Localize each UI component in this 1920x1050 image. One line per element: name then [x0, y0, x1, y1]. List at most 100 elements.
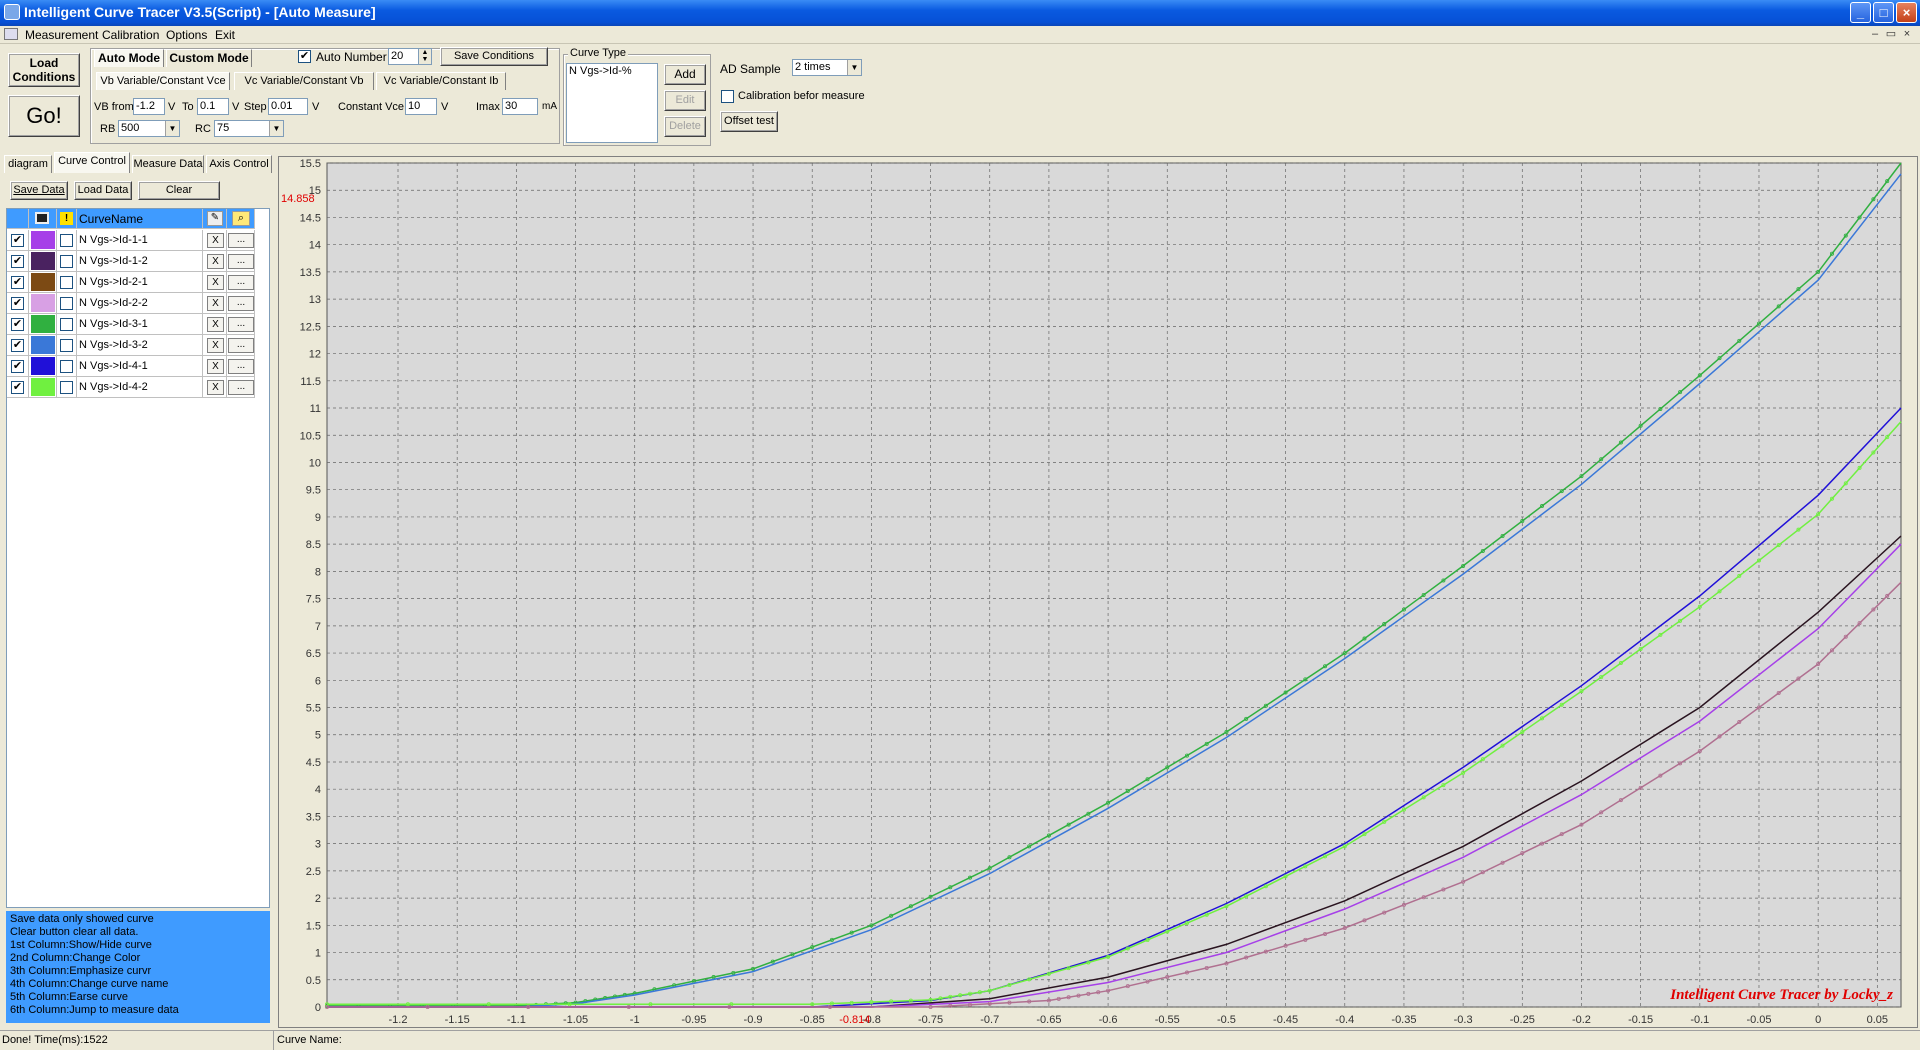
title-bar[interactable]: Intelligent Curve Tracer V3.5(Script) - …: [0, 0, 1920, 26]
curve-name[interactable]: N Vgs->Id-2-2: [77, 293, 203, 314]
tab-auto-mode[interactable]: Auto Mode: [94, 49, 164, 67]
save-data-button[interactable]: Save Data: [10, 181, 68, 200]
delete-curve-type-button[interactable]: Delete: [664, 116, 706, 137]
tab-custom-mode[interactable]: Custom Mode: [166, 49, 252, 67]
jump-to-data-button[interactable]: ...: [228, 359, 254, 374]
jump-to-data-button[interactable]: ...: [228, 317, 254, 332]
erase-curve-button[interactable]: X: [207, 296, 224, 311]
erase-curve-button[interactable]: X: [207, 338, 224, 353]
offset-test-button[interactable]: Offset test: [720, 111, 778, 132]
show-curve-checkbox[interactable]: ✔: [11, 234, 24, 247]
curve-row[interactable]: ✔ N Vgs->Id-2-2 X...: [7, 293, 255, 314]
erase-curve-button[interactable]: X: [207, 380, 224, 395]
show-curve-checkbox[interactable]: ✔: [11, 318, 24, 331]
menu-measurement[interactable]: Measurement: [25, 28, 98, 42]
emphasize-checkbox[interactable]: [60, 276, 73, 289]
emphasize-checkbox[interactable]: [60, 255, 73, 268]
curve-name[interactable]: N Vgs->Id-2-1: [77, 272, 203, 293]
add-curve-type-button[interactable]: Add: [664, 64, 706, 85]
curve-color-swatch[interactable]: [31, 378, 55, 396]
auto-number-input[interactable]: 20: [388, 48, 420, 65]
clear-button[interactable]: Clear: [138, 181, 220, 200]
curve-color-swatch[interactable]: [31, 336, 55, 354]
jump-to-data-button[interactable]: ...: [228, 338, 254, 353]
show-curve-checkbox[interactable]: ✔: [11, 255, 24, 268]
curve-row[interactable]: ✔ N Vgs->Id-3-2 X...: [7, 335, 255, 356]
maximize-button[interactable]: □: [1873, 2, 1894, 23]
show-curve-checkbox[interactable]: ✔: [11, 339, 24, 352]
curve-type-list[interactable]: N Vgs->Id-%: [566, 63, 658, 143]
emphasize-checkbox[interactable]: [60, 339, 73, 352]
to-input[interactable]: 0.1: [197, 98, 229, 115]
mdi-minimize-button[interactable]: –: [1868, 28, 1882, 41]
edit-curve-type-button[interactable]: Edit: [664, 90, 706, 111]
auto-number-spinner[interactable]: ▲ ▼: [418, 48, 432, 65]
constant-vce-input[interactable]: 10: [405, 98, 437, 115]
jump-to-data-button[interactable]: ...: [228, 233, 254, 248]
curve-color-swatch[interactable]: [31, 294, 55, 312]
curve-name[interactable]: N Vgs->Id-3-1: [77, 314, 203, 335]
curve-name[interactable]: N Vgs->Id-4-2: [77, 377, 203, 398]
tab-curve-control[interactable]: Curve Control: [54, 152, 130, 173]
calibration-checkbox[interactable]: [721, 90, 734, 103]
menu-exit[interactable]: Exit: [215, 28, 235, 42]
curve-type-item[interactable]: N Vgs->Id-%: [567, 64, 657, 78]
go-button[interactable]: Go!: [8, 95, 80, 137]
close-button[interactable]: ×: [1896, 2, 1917, 23]
emphasize-checkbox[interactable]: [60, 234, 73, 247]
tab-vb-variable[interactable]: Vb Variable/Constant Vce: [96, 72, 230, 90]
curve-row[interactable]: ✔ N Vgs->Id-2-1 X...: [7, 272, 255, 293]
load-data-button[interactable]: Load Data: [74, 181, 132, 200]
save-conditions-button[interactable]: Save Conditions: [440, 47, 548, 66]
load-conditions-button[interactable]: Load Conditions: [8, 53, 80, 87]
emphasize-checkbox[interactable]: [60, 297, 73, 310]
rb-select[interactable]: 500 ▼: [118, 120, 180, 137]
erase-curve-button[interactable]: X: [207, 317, 224, 332]
imax-input[interactable]: 30: [502, 98, 538, 115]
rc-select[interactable]: 75 ▼: [214, 120, 284, 137]
show-curve-checkbox[interactable]: ✔: [11, 360, 24, 373]
erase-curve-button[interactable]: X: [207, 359, 224, 374]
tab-diagram[interactable]: diagram: [4, 155, 52, 173]
curve-color-swatch[interactable]: [31, 252, 55, 270]
curve-color-swatch[interactable]: [31, 315, 55, 333]
curve-name[interactable]: N Vgs->Id-3-2: [77, 335, 203, 356]
menu-calibration[interactable]: Calibration: [102, 28, 159, 42]
curve-row[interactable]: ✔ N Vgs->Id-1-2 X...: [7, 251, 255, 272]
erase-curve-button[interactable]: X: [207, 254, 224, 269]
curve-color-swatch[interactable]: [31, 357, 55, 375]
jump-to-data-button[interactable]: ...: [228, 275, 254, 290]
minimize-button[interactable]: _: [1850, 2, 1871, 23]
curve-name[interactable]: N Vgs->Id-1-1: [77, 230, 203, 251]
erase-curve-button[interactable]: X: [207, 275, 224, 290]
auto-number-checkbox[interactable]: ✔: [298, 50, 311, 63]
curve-name[interactable]: N Vgs->Id-1-2: [77, 251, 203, 272]
show-curve-checkbox[interactable]: ✔: [11, 381, 24, 394]
erase-curve-button[interactable]: X: [207, 233, 224, 248]
plot-frame[interactable]: -1.2 -1.15 -1.1 -1.05 -1 -0.95 -0.9 -0.85 -0.8 -0…: [278, 156, 1918, 1028]
curve-row[interactable]: ✔ N Vgs->Id-1-1 X...: [7, 230, 255, 251]
menu-options[interactable]: Options: [166, 28, 207, 42]
jump-to-data-button[interactable]: ...: [228, 254, 254, 269]
tab-measure-data[interactable]: Measure Data: [132, 155, 204, 173]
emphasize-checkbox[interactable]: [60, 360, 73, 373]
show-curve-checkbox[interactable]: ✔: [11, 276, 24, 289]
tab-axis-control[interactable]: Axis Control: [206, 155, 272, 173]
show-curve-checkbox[interactable]: ✔: [11, 297, 24, 310]
curve-row[interactable]: ✔ N Vgs->Id-3-1 X...: [7, 314, 255, 335]
mdi-close-button[interactable]: ×: [1900, 28, 1914, 41]
curve-chart[interactable]: -1.2 -1.15 -1.1 -1.05 -1 -0.95 -0.9 -0.85 -0.8 -0…: [279, 157, 1919, 1029]
curve-row[interactable]: ✔ N Vgs->Id-4-1 X...: [7, 356, 255, 377]
step-input[interactable]: 0.01: [268, 98, 308, 115]
tab-vc-variable-vb[interactable]: Vc Variable/Constant Vb: [234, 72, 374, 90]
curve-color-swatch[interactable]: [31, 231, 55, 249]
tab-vc-variable-ib[interactable]: Vc Variable/Constant Ib: [376, 72, 506, 90]
curve-color-swatch[interactable]: [31, 273, 55, 291]
jump-to-data-button[interactable]: ...: [228, 380, 254, 395]
emphasize-checkbox[interactable]: [60, 381, 73, 394]
ad-sample-select[interactable]: 2 times ▼: [792, 59, 862, 76]
vb-from-input[interactable]: -1.2: [133, 98, 165, 115]
mdi-restore-button[interactable]: ▭: [1884, 28, 1898, 41]
emphasize-checkbox[interactable]: [60, 318, 73, 331]
jump-to-data-button[interactable]: ...: [228, 296, 254, 311]
